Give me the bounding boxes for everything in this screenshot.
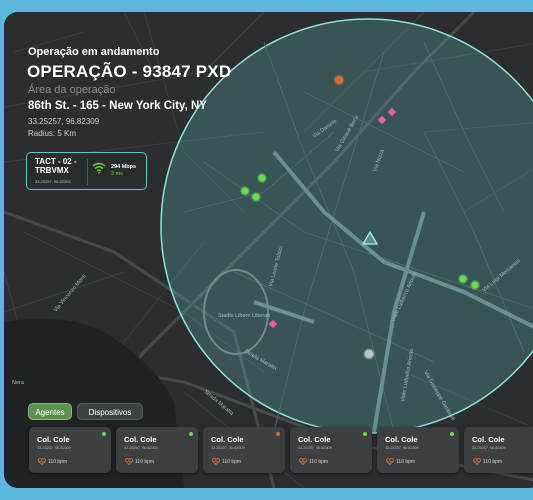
device-card[interactable]: TACT - 02 - TRBVMX 33.25257, 96.82309 29… xyxy=(26,152,147,190)
heart-icon xyxy=(212,458,220,465)
agent-name: Col. Cole xyxy=(124,435,157,444)
agent-coordinates: 33.25257, 96.82309 xyxy=(37,446,71,450)
status-indicator xyxy=(276,432,280,436)
agent-name: Col. Cole xyxy=(385,435,418,444)
area-label: Área da operação xyxy=(28,84,116,96)
agent-marker[interactable] xyxy=(251,192,261,202)
operation-coordinates: 33.25257, 96.82309 xyxy=(28,117,100,126)
agent-heart-rate: 110 bpm xyxy=(396,459,416,465)
wifi-icon xyxy=(92,162,106,174)
agent-marker[interactable] xyxy=(333,74,345,86)
agent-coordinates: 33.25257, 96.82309 xyxy=(298,446,332,450)
agent-heart-rate: 110 bpm xyxy=(135,459,155,465)
street-label: Nera xyxy=(12,380,25,386)
status-indicator xyxy=(102,432,106,436)
divider xyxy=(87,159,88,185)
device-coordinates: 33.25257, 96.82309 xyxy=(35,179,71,184)
agent-name: Col. Cole xyxy=(37,435,70,444)
agent-marker[interactable] xyxy=(470,280,480,290)
agent-marker[interactable] xyxy=(363,348,375,360)
map-frame: Via Daniele Via Giosuè Borsi Via Nizza V… xyxy=(4,12,533,488)
status-indicator xyxy=(450,432,454,436)
status-indicator xyxy=(189,432,193,436)
operation-status: Operação em andamento xyxy=(28,46,160,58)
device-ping: 3 ms xyxy=(111,171,123,177)
street-label: Stadio Libero Liberati xyxy=(218,313,270,319)
tab-devices[interactable]: Dispositivos xyxy=(77,403,143,420)
agent-heart-rate: 110 bpm xyxy=(48,459,68,465)
operation-address: 86th St. - 165 - New York City, NY xyxy=(28,100,207,112)
agent-marker[interactable] xyxy=(257,173,267,183)
heart-icon xyxy=(125,458,133,465)
agent-marker[interactable] xyxy=(240,186,250,196)
agent-card[interactable]: Col. Cole 33.25257, 96.82309 110 bpm xyxy=(116,427,198,473)
heart-icon xyxy=(386,458,394,465)
heart-icon xyxy=(299,458,307,465)
agent-marker[interactable] xyxy=(458,274,468,284)
device-name: TACT - 02 - TRBVMX xyxy=(35,157,77,175)
heart-icon xyxy=(473,458,481,465)
agent-card[interactable]: Col. Cole 33.25257, 96.82309 110 bpm xyxy=(290,427,372,473)
agent-card[interactable]: Col. Cole 33.25257, 96.82309 110 bpm xyxy=(377,427,459,473)
agent-card[interactable]: Col. Cole 33.25257, 96.82309 110 bpm xyxy=(464,427,533,473)
device-speed: 294 Mbps xyxy=(111,164,137,170)
agent-name: Col. Cole xyxy=(298,435,331,444)
agent-name: Col. Cole xyxy=(211,435,244,444)
heart-icon xyxy=(38,458,46,465)
agent-heart-rate: 110 bpm xyxy=(309,459,329,465)
agent-card[interactable]: Col. Cole 33.25257, 96.82309 110 bpm xyxy=(29,427,111,473)
status-indicator xyxy=(363,432,367,436)
agent-coordinates: 33.25257, 96.82309 xyxy=(124,446,158,450)
agent-coordinates: 33.25257, 96.82309 xyxy=(211,446,245,450)
agent-coordinates: 33.25257, 96.82309 xyxy=(472,446,506,450)
agent-coordinates: 33.25257, 96.82309 xyxy=(385,446,419,450)
agent-name: Col. Cole xyxy=(472,435,505,444)
agent-heart-rate: 110 bpm xyxy=(483,459,503,465)
page-title: OPERAÇÃO - 93847 PXD xyxy=(27,62,232,81)
agent-heart-rate: 110 bpm xyxy=(222,459,242,465)
operation-radius: Radius: 5 Km xyxy=(28,129,77,138)
agent-card[interactable]: Col. Cole 33.25257, 96.82309 110 bpm xyxy=(203,427,285,473)
tab-agents[interactable]: Agentes xyxy=(28,403,72,420)
